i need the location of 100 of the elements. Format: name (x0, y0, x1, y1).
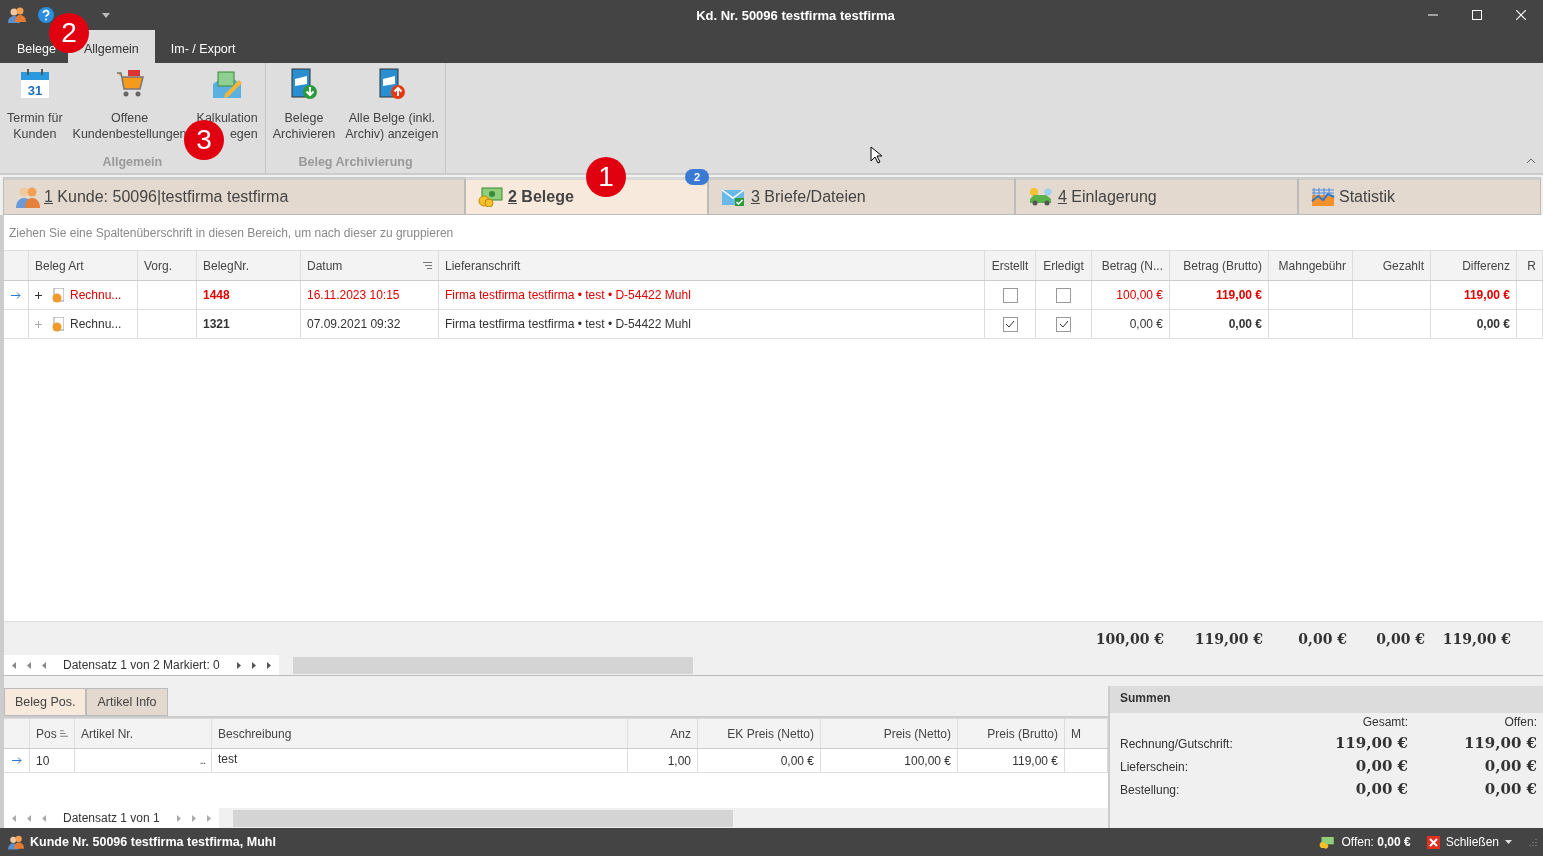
prev-icon[interactable] (40, 814, 49, 822)
table-cell: Rechnu... (70, 317, 122, 331)
envelope-icon (721, 187, 747, 207)
table-cell: 10 (30, 749, 75, 772)
close-button[interactable]: Schließen (1426, 835, 1512, 849)
first-icon[interactable] (10, 661, 19, 669)
prev-icon[interactable] (40, 661, 49, 669)
document-tab[interactable]: 4 Einlagerung (1015, 177, 1298, 215)
table-cell: test (212, 749, 628, 772)
maximize-icon[interactable] (1472, 10, 1482, 20)
record-count: Datensatz 1 von 2 Markiert: 0 (63, 658, 220, 672)
sum-value: 0,00 € (1354, 780, 1408, 798)
table-cell: Firma testfirma testfirma • test • D-54422 Muhl (439, 281, 985, 309)
table-cell: Firma testfirma testfirma • test • D-54422 Muhl (439, 310, 985, 338)
column-header[interactable]: Betrag (N... (1092, 251, 1170, 280)
column-header[interactable]: Beschreibung (212, 719, 628, 748)
document-tab[interactable]: 3 Briefe/Dateien (708, 177, 1015, 215)
column-header[interactable]: EK Preis (Netto) (698, 719, 821, 748)
column-header[interactable]: Artikel Nr. (75, 719, 212, 748)
caret-icon (1505, 840, 1512, 844)
column-header: Gesamt: (1361, 714, 1408, 729)
expand-icon[interactable] (35, 291, 42, 299)
table-cell: 16.11.2023 10:15 (301, 281, 439, 309)
sum-value: 0,00 € (1483, 757, 1537, 775)
customer-status: Kunde Nr. 50096 testfirma testfirma, Muhl (30, 835, 276, 849)
caret-icon[interactable] (102, 12, 110, 18)
group-caption: Beleg Archivierung (297, 155, 414, 171)
panel-title: Summen (1110, 686, 1543, 713)
window-title: Kd. Nr. 50096 testfirma testfirma (695, 7, 896, 23)
ribbon-button[interactable]: Belege Archivieren (267, 63, 341, 155)
column-total: 0,00 € (1297, 630, 1348, 647)
sort-icon[interactable] (59, 730, 68, 737)
column-header[interactable]: Anz (628, 719, 698, 748)
sum-value: 119,00 € (1462, 734, 1537, 752)
ribbon-button[interactable]: Alle Belge (inkl. Archiv) anzeigen (340, 63, 444, 155)
column-header[interactable]: Pos (30, 719, 75, 748)
table-cell: 1321 (197, 310, 301, 338)
checkbox[interactable] (1056, 287, 1071, 303)
column-header[interactable]: BelegNr. (197, 251, 301, 280)
table-cell: 1,00 (628, 749, 698, 772)
table-cell: 119,00 € (958, 749, 1065, 772)
checkbox[interactable] (1002, 287, 1018, 303)
table-cell: 0,00 € (1431, 310, 1517, 338)
check-icon (1005, 320, 1015, 328)
column-header[interactable]: Erledigt (1036, 251, 1092, 280)
column-header[interactable]: Vorg. (138, 251, 197, 280)
checkbox[interactable] (1002, 316, 1018, 332)
document-tab[interactable]: 1 Kunde: 50096|testfirma testfirma (3, 177, 465, 215)
column-header[interactable]: Preis (Brutto) (958, 719, 1065, 748)
chart-icon (1311, 187, 1335, 207)
table-cell: Rechnu... (70, 288, 122, 302)
help-icon[interactable] (38, 7, 54, 23)
table-cell: 119,00 € (1170, 281, 1269, 309)
column-header[interactable]: Differenz (1431, 251, 1517, 280)
table-cell: 100,00 € (1092, 281, 1170, 309)
car-icon (1028, 187, 1054, 207)
sum-label: Bestellung: (1120, 783, 1181, 797)
sum-label: Lieferschein: (1120, 760, 1190, 774)
column-total: 100,00 € (1094, 630, 1165, 647)
checkbox[interactable] (1056, 316, 1071, 332)
envelope-pencil-icon (211, 68, 244, 100)
sort-icon[interactable] (423, 262, 432, 269)
ribbon-tab[interactable]: Im- / Export (158, 30, 248, 63)
count-badge: 2 (685, 169, 710, 185)
column-header[interactable]: Datum (301, 251, 439, 280)
mouse-cursor-icon (870, 146, 882, 164)
check-icon (1058, 320, 1069, 328)
sum-value: 0,00 € (1483, 780, 1537, 798)
ribbon-button[interactable]: 31 Termin für Kunden (2, 63, 68, 155)
table-cell: 0,00 € (1170, 310, 1269, 338)
table-cell: 119,00 € (1431, 281, 1517, 309)
column-header[interactable]: Mahngebühr (1269, 251, 1353, 280)
sum-label: Rechnung/Gutschrift: (1120, 737, 1234, 751)
close-icon[interactable] (1516, 10, 1526, 20)
column-header[interactable]: Preis (Netto) (821, 719, 958, 748)
table-cell: 07.09.2021 09:32 (301, 310, 439, 338)
invoice-icon (52, 287, 64, 303)
column-header[interactable]: Lieferanschrift (439, 251, 985, 280)
column-total: 119,00 € (1441, 630, 1512, 647)
detail-tab[interactable]: Artikel Info (86, 688, 168, 716)
column-header[interactable]: Gezahlt (1353, 251, 1431, 280)
column-header[interactable]: Betrag (Brutto) (1170, 251, 1269, 280)
first-icon[interactable] (10, 814, 19, 822)
column-header[interactable]: Beleg Art (29, 251, 138, 280)
prev-page-icon[interactable] (25, 814, 34, 822)
detail-tab[interactable]: Beleg Pos. (4, 688, 87, 716)
money-icon (478, 187, 504, 207)
prev-page-icon[interactable] (25, 661, 34, 669)
invoice-icon (52, 316, 64, 332)
column-header[interactable]: Erstellt (985, 251, 1036, 280)
group-caption: Allgemein (101, 155, 164, 171)
table-cell: 0,00 € (1092, 310, 1170, 338)
document-tab[interactable]: Statistik (1298, 177, 1541, 215)
people-icon[interactable] (8, 7, 26, 23)
group-hint: Ziehen Sie eine Spaltenüberschrift in diesen Bereich, um nach dieser zu gruppieren (9, 225, 454, 240)
size-grip-icon[interactable] (1528, 837, 1537, 847)
column-header: Offen: (1503, 714, 1537, 729)
collapse-icon[interactable] (1527, 158, 1535, 163)
ellipsis-button[interactable]: ... (199, 755, 205, 766)
column-header[interactable]: R (1517, 251, 1543, 280)
